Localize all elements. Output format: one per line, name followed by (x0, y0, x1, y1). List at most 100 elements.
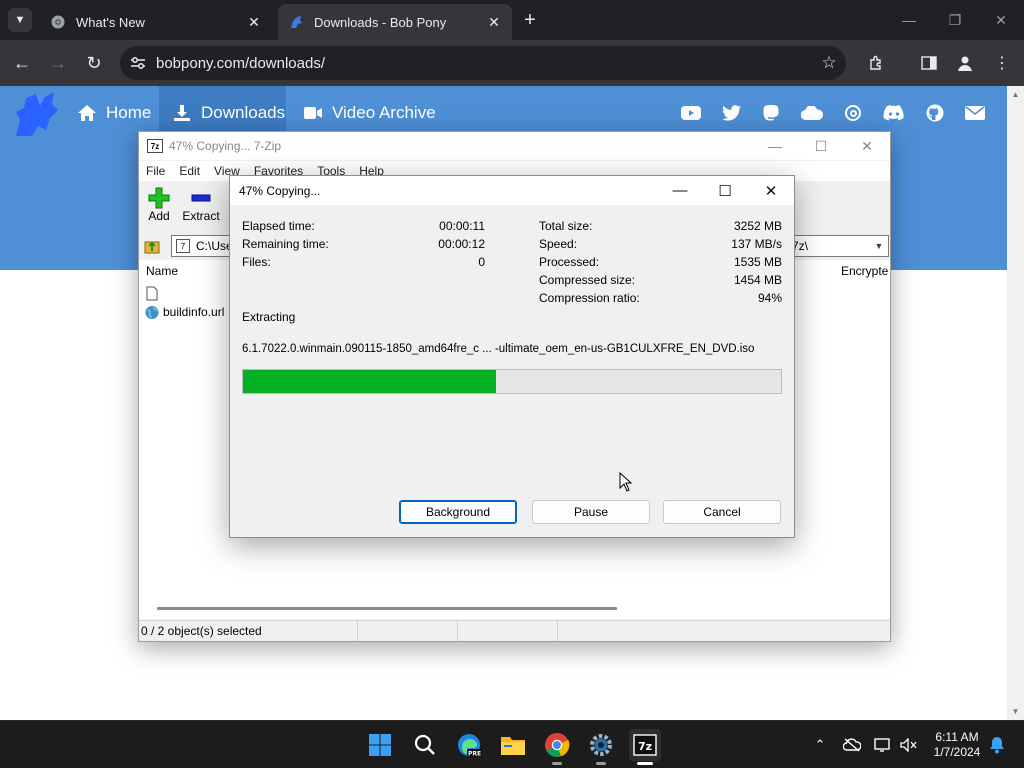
arrow-right-icon: → (49, 52, 67, 73)
youtube-icon[interactable] (680, 102, 702, 124)
new-tab-button[interactable]: + (518, 8, 542, 32)
extract-button[interactable]: Extract (179, 187, 223, 223)
copy-progress-dialog: 47% Copying... — ☐ ✕ Elapsed time: 00:00… (229, 175, 795, 538)
close-icon: ✕ (764, 182, 778, 200)
minimize-icon: — (768, 138, 782, 154)
file-icon (145, 286, 159, 301)
elapsed-time-value: 00:00:11 (439, 219, 485, 233)
close-icon[interactable]: ✕ (244, 12, 264, 32)
site-info-icon[interactable] (120, 56, 156, 70)
copy-progress-bar (242, 369, 782, 394)
reload-icon: ↻ (86, 52, 102, 73)
maximize-button[interactable]: ☐ (702, 176, 748, 205)
maximize-icon: ☐ (718, 182, 732, 200)
minimize-button[interactable]: — (886, 0, 932, 40)
chevron-up-icon[interactable]: ⌃ (809, 734, 831, 756)
nav-label: Home (106, 103, 152, 122)
github-icon[interactable] (924, 102, 946, 124)
list-item[interactable] (145, 284, 163, 302)
close-window-button[interactable]: ✕ (844, 132, 890, 160)
7zip-icon: 7z (147, 139, 163, 153)
add-label: Add (148, 209, 170, 223)
onedrive-offline-icon[interactable] (841, 734, 863, 756)
settings-icon[interactable] (585, 729, 617, 765)
volume-muted-icon[interactable] (898, 734, 920, 756)
add-button[interactable]: Add (137, 187, 181, 223)
close-window-button[interactable]: ✕ (978, 0, 1024, 40)
7zip-icon[interactable]: 7z (629, 729, 661, 765)
maximize-icon: ☐ (814, 137, 828, 154)
back-button[interactable]: ← (8, 49, 36, 77)
address-bar[interactable]: bobpony.com/downloads/ ☆ (120, 46, 846, 80)
tab-downloads[interactable]: Downloads - Bob Pony ✕ (278, 4, 512, 40)
mail-icon[interactable] (964, 102, 986, 124)
cloud-icon[interactable] (800, 102, 824, 124)
forward-button[interactable]: → (44, 49, 72, 77)
files-label: Files: (242, 255, 271, 269)
column-header-encrypted[interactable]: Encrypte (841, 264, 888, 278)
tab-whats-new[interactable]: What's New ✕ (40, 4, 272, 40)
minimize-button[interactable]: — (657, 176, 703, 205)
archive-icon: 7 (176, 239, 190, 253)
file-explorer-icon[interactable] (497, 729, 529, 761)
maximize-button[interactable]: ☐ (798, 132, 844, 160)
mastodon-icon[interactable] (760, 102, 782, 124)
running-indicator (552, 762, 562, 765)
svg-text:PRE: PRE (468, 750, 481, 757)
arrow-left-icon: ← (13, 52, 31, 73)
scroll-up-icon[interactable]: ▲ (1007, 86, 1024, 103)
files-value: 0 (478, 255, 485, 269)
restore-button[interactable]: ❐ (932, 0, 978, 40)
column-header-name[interactable]: Name (146, 264, 178, 278)
folder-up-icon[interactable] (143, 237, 161, 255)
extract-label: Extract (182, 209, 220, 223)
menu-file[interactable]: File (146, 164, 165, 178)
bookmark-star-icon[interactable]: ☆ (812, 53, 846, 73)
pause-button[interactable]: Pause (532, 500, 650, 524)
globe-icon (145, 305, 159, 320)
status-bar: 0 / 2 object(s) selected (139, 620, 890, 641)
menu-edit[interactable]: Edit (179, 164, 200, 178)
horizontal-scrollbar[interactable] (157, 607, 617, 610)
search-icon[interactable] (409, 729, 441, 761)
speed-label: Speed: (539, 237, 578, 251)
more-menu-icon[interactable]: ⋮ (988, 49, 1016, 77)
page-scrollbar[interactable]: ▲ ▼ (1007, 86, 1024, 720)
current-file-name: 6.1.7022.0.winmain.090115-1850_amd64fre_… (242, 343, 755, 355)
close-icon[interactable]: ✕ (484, 12, 504, 32)
processed-value: 1535 MB (733, 255, 782, 269)
background-button[interactable]: Background (399, 500, 517, 524)
bobpony-logo[interactable] (10, 90, 62, 138)
svg-text:7z: 7z (638, 740, 652, 753)
scroll-down-icon[interactable]: ▼ (1007, 703, 1024, 720)
discord-icon[interactable] (882, 102, 906, 124)
tab-search-button[interactable]: ▼ (8, 8, 32, 32)
mouse-cursor-icon (619, 471, 633, 492)
url-text[interactable]: bobpony.com/downloads/ (156, 55, 812, 72)
compressed-size-label: Compressed size: (539, 273, 636, 287)
notification-bell-icon[interactable] (986, 734, 1008, 756)
file-name: buildinfo.url (163, 305, 225, 319)
list-item[interactable]: buildinfo.url (145, 303, 224, 321)
chrome-icon[interactable] (541, 729, 573, 765)
extensions-icon[interactable] (862, 49, 890, 77)
video-camera-icon (302, 103, 324, 123)
close-dialog-button[interactable]: ✕ (748, 176, 794, 205)
twitter-icon[interactable] (721, 102, 743, 124)
threads-icon[interactable] (842, 102, 864, 124)
side-panel-icon[interactable] (915, 49, 943, 77)
system-clock[interactable]: 6:11 AM 1/7/2024 (926, 730, 988, 760)
windows-start-icon[interactable] (364, 729, 396, 761)
network-icon[interactable] (872, 734, 894, 756)
cancel-button[interactable]: Cancel (663, 500, 781, 524)
reload-button[interactable]: ↻ (80, 49, 108, 77)
chevron-down-icon[interactable]: ▼ (870, 241, 888, 251)
minimize-button[interactable]: — (752, 132, 798, 160)
speed-value: 137 MB/s (731, 237, 782, 251)
nav-label: Video Archive (332, 103, 436, 122)
taskbar: PRE 7z ⌃ 6:11 AM 1/7/2024 (0, 720, 1024, 768)
profile-avatar-icon[interactable] (951, 49, 979, 77)
remaining-time-value: 00:00:12 (438, 237, 485, 251)
compression-ratio-label: Compression ratio: (539, 291, 640, 305)
edge-beta-icon[interactable]: PRE (453, 729, 485, 761)
